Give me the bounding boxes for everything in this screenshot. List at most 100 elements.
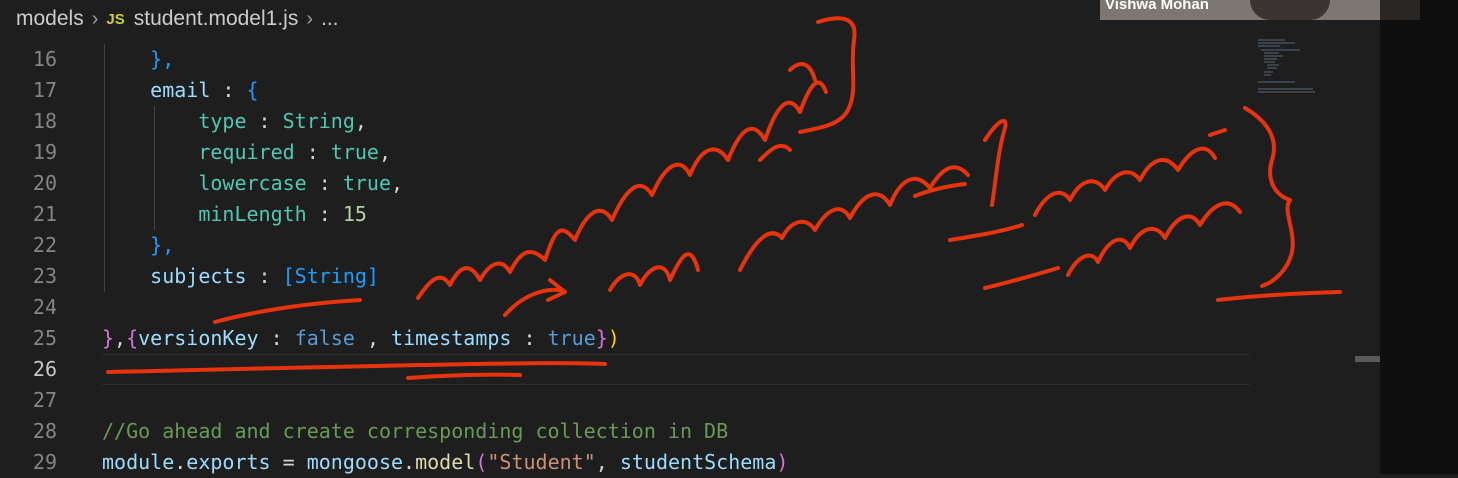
line-number: 19	[32, 140, 57, 164]
code-token: false	[294, 326, 355, 350]
code-line[interactable]: 16 },	[0, 44, 1250, 75]
video-call-tile: Vishwa Mohan	[1100, 0, 1420, 20]
code-token: ,	[595, 450, 620, 474]
code-line[interactable]: 29 module.exports = mongoose.model("Stude…	[0, 447, 1250, 478]
code-token: timestamps	[391, 326, 512, 350]
chevron-right-icon: ›	[91, 7, 99, 30]
line-number: 23	[32, 264, 57, 288]
code-token: )	[776, 450, 789, 474]
code-token: minLength	[198, 202, 307, 226]
code-token: :	[258, 326, 295, 350]
code-token: }	[595, 326, 608, 350]
line-number: 16	[32, 47, 57, 71]
code-text: type : String,	[102, 106, 367, 137]
participant-video-edge	[1380, 0, 1420, 20]
code-token: ,	[378, 140, 391, 164]
line-number: 22	[32, 233, 57, 257]
line-number: 29	[32, 450, 57, 474]
line-number: 26	[32, 357, 57, 381]
code-text: minLength : 15	[102, 199, 367, 230]
code-line[interactable]: 27	[0, 385, 1250, 416]
code-token: studentSchema	[619, 450, 777, 474]
code-token: module	[102, 450, 175, 474]
indent-guide	[104, 44, 105, 292]
line-number: 20	[32, 171, 57, 195]
code-token: exports	[186, 450, 271, 474]
code-token: }	[102, 326, 115, 350]
code-token: ,	[114, 326, 127, 350]
code-token: ,	[354, 109, 367, 133]
code-token: .	[403, 450, 416, 474]
code-token: subjects	[150, 264, 247, 288]
code-token: :	[210, 78, 247, 102]
line-number: 27	[32, 388, 57, 412]
code-token: email	[150, 78, 211, 102]
code-token: true	[342, 171, 391, 195]
code-token: mongoose	[306, 450, 404, 474]
code-line[interactable]: 23 subjects : [String]	[0, 261, 1250, 292]
code-line[interactable]: 28 //Go ahead and create corresponding co…	[0, 416, 1250, 447]
code-token: [String]	[282, 264, 379, 288]
code-line[interactable]: 17 email : {	[0, 75, 1250, 106]
code-text: module.exports = mongoose.model("Student…	[102, 447, 788, 478]
code-token: ,	[354, 326, 392, 350]
chevron-right-icon: ›	[306, 7, 314, 30]
breadcrumb-folder[interactable]: models	[16, 7, 84, 31]
vertical-scrollbar[interactable]	[1355, 38, 1380, 474]
line-number: 17	[32, 78, 57, 102]
code-token: :	[511, 326, 548, 350]
code-token: lowercase	[198, 171, 307, 195]
code-editor[interactable]: 16 }, 17 email : {18 type : String, 19 req…	[0, 38, 1380, 474]
code-line[interactable]: 20 lowercase : true,	[0, 168, 1250, 199]
minimap[interactable]	[1255, 38, 1325, 98]
indent-guide	[154, 106, 155, 230]
code-text: subjects : [String]	[102, 261, 379, 292]
code-text: email : {	[102, 75, 259, 106]
code-token: {	[246, 78, 259, 102]
code-token: :	[246, 109, 283, 133]
code-text: },	[102, 230, 174, 261]
scrollbar-thumb[interactable]	[1355, 356, 1380, 362]
code-line[interactable]: 19 required : true,	[0, 137, 1250, 168]
breadcrumb-symbol-more[interactable]: ...	[321, 7, 339, 31]
code-text: lowercase : true,	[102, 168, 403, 199]
code-line[interactable]: 25},{versionKey : false , timestamps : t…	[0, 323, 1250, 354]
code-token: true	[330, 140, 379, 164]
code-token: "Student"	[487, 450, 596, 474]
code-line[interactable]: 24	[0, 292, 1250, 323]
code-token: .	[174, 450, 187, 474]
code-line[interactable]: 21 minLength : 15	[0, 199, 1250, 230]
code-token: versionKey	[138, 326, 259, 350]
code-line[interactable]: 18 type : String,	[0, 106, 1250, 137]
code-line[interactable]: 26	[0, 354, 1250, 385]
participant-name: Vishwa Mohan	[1105, 0, 1209, 13]
participant-video	[1250, 0, 1330, 20]
code-line[interactable]: 22 },	[0, 230, 1250, 261]
breadcrumb-file[interactable]: student.model1.js	[134, 7, 299, 31]
code-token: :	[246, 264, 283, 288]
code-text: //Go ahead and create corresponding coll…	[102, 416, 728, 447]
code-token: type	[198, 109, 247, 133]
code-token: =	[270, 450, 307, 474]
code-token: true	[547, 326, 596, 350]
code-token: model	[415, 450, 476, 474]
code-token: //Go ahead and create corresponding coll…	[102, 419, 729, 443]
code-token: String	[282, 109, 355, 133]
line-number: 25	[32, 326, 57, 350]
line-number: 24	[32, 295, 57, 319]
code-text: },	[102, 44, 174, 75]
line-number: 21	[32, 202, 57, 226]
line-number: 18	[32, 109, 57, 133]
code-token: 15	[342, 202, 367, 226]
current-line-highlight	[102, 354, 1250, 385]
code-token: },	[150, 47, 175, 71]
code-token: },	[150, 233, 175, 257]
